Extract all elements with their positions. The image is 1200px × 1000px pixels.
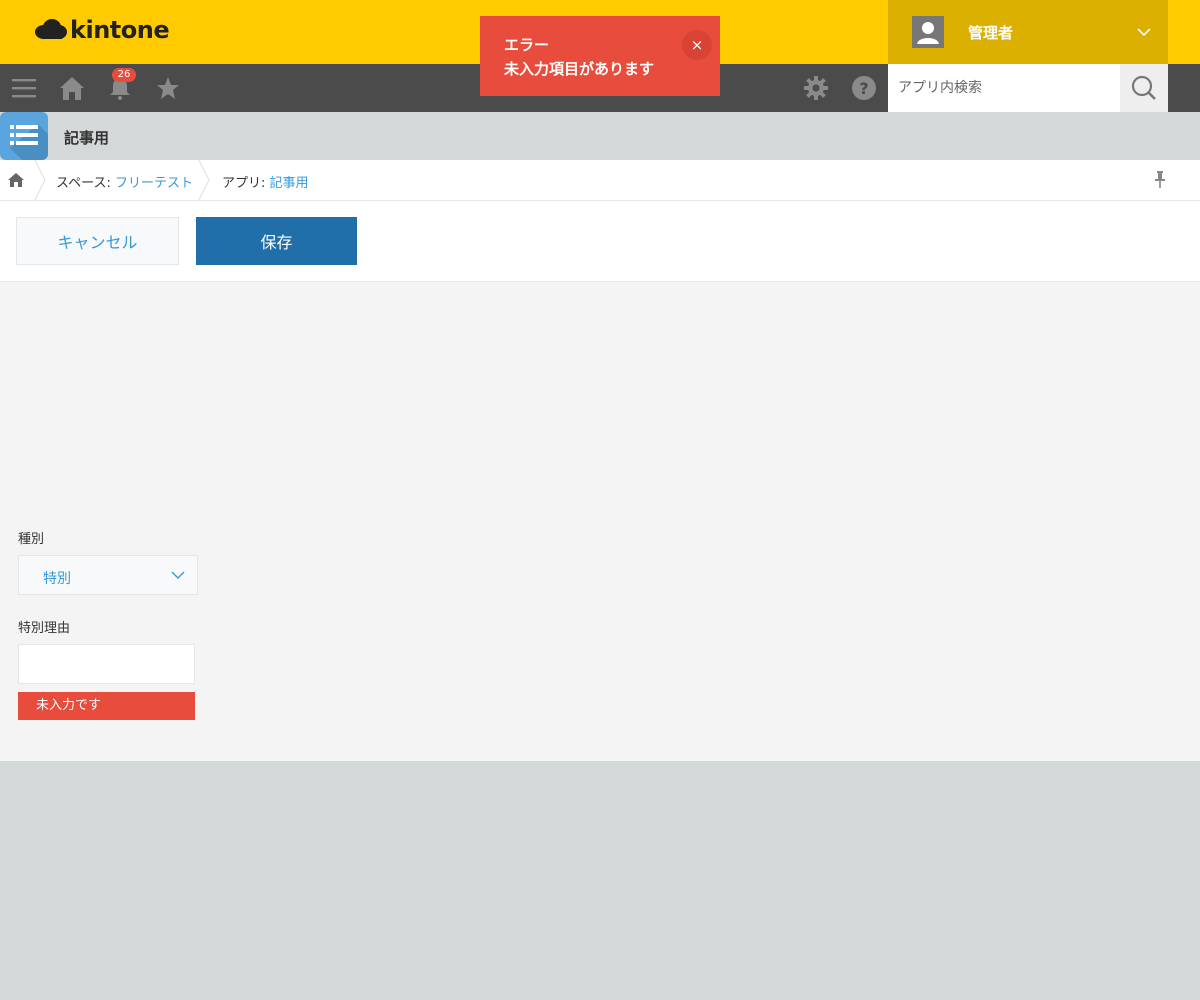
breadcrumb-app: アプリ: 記事用 xyxy=(222,172,309,191)
breadcrumb-separator xyxy=(198,160,210,200)
app-title-bar: 記事用 xyxy=(0,112,1200,160)
pin-icon[interactable] xyxy=(1152,170,1168,190)
svg-text:?: ? xyxy=(859,79,868,98)
toast-title: エラー xyxy=(504,36,550,54)
app-list-icon[interactable] xyxy=(0,112,48,160)
kind-field-label: 種別 xyxy=(18,532,45,547)
toast-close-button[interactable]: × xyxy=(682,30,712,60)
kind-dropdown-value: 特別 xyxy=(43,571,71,587)
reason-input[interactable] xyxy=(18,644,195,684)
save-button[interactable]: 保存 xyxy=(196,217,357,265)
reason-error-message: 未入力です xyxy=(18,692,195,720)
kind-dropdown[interactable]: 特別 xyxy=(18,555,198,595)
record-action-bar: キャンセル 保存 xyxy=(0,201,1200,282)
breadcrumb-space: スペース: フリーテスト xyxy=(56,172,193,191)
app-title: 記事用 xyxy=(64,129,110,147)
kintone-logo[interactable]: kintone xyxy=(34,16,170,44)
home-icon[interactable] xyxy=(60,76,84,100)
menu-icon[interactable] xyxy=(12,76,36,100)
cloud-logo-icon xyxy=(34,16,68,44)
gear-icon[interactable] xyxy=(804,76,828,100)
cancel-button[interactable]: キャンセル xyxy=(16,217,179,265)
breadcrumb-separator xyxy=(34,160,46,200)
breadcrumb-app-link[interactable]: 記事用 xyxy=(270,176,309,191)
notification-badge: 26 xyxy=(112,68,136,82)
search-icon xyxy=(1131,75,1156,100)
breadcrumb-app-prefix: アプリ: xyxy=(222,176,270,191)
chevron-down-icon xyxy=(171,571,185,579)
brand-name: kintone xyxy=(70,16,170,44)
user-name: 管理者 xyxy=(968,24,1014,42)
error-toast: エラー 未入力項目があります × xyxy=(480,16,720,96)
user-menu[interactable]: 管理者 xyxy=(888,0,1168,64)
user-avatar-icon xyxy=(912,16,944,48)
breadcrumb-home-icon[interactable] xyxy=(8,172,24,188)
search-button[interactable] xyxy=(1120,64,1168,112)
toast-message: 未入力項目があります xyxy=(504,60,655,78)
app-search-input[interactable] xyxy=(888,64,1120,112)
star-icon[interactable] xyxy=(156,76,180,100)
help-icon[interactable]: ? xyxy=(852,76,876,100)
record-form: 種別 特別 特別理由 未入力です xyxy=(0,282,1200,761)
reason-field-label: 特別理由 xyxy=(18,621,71,636)
chevron-down-icon xyxy=(1136,24,1152,44)
breadcrumb-space-link[interactable]: フリーテスト xyxy=(115,176,193,191)
breadcrumb: スペース: フリーテスト アプリ: 記事用 xyxy=(0,160,1200,201)
breadcrumb-space-prefix: スペース: xyxy=(56,176,115,191)
